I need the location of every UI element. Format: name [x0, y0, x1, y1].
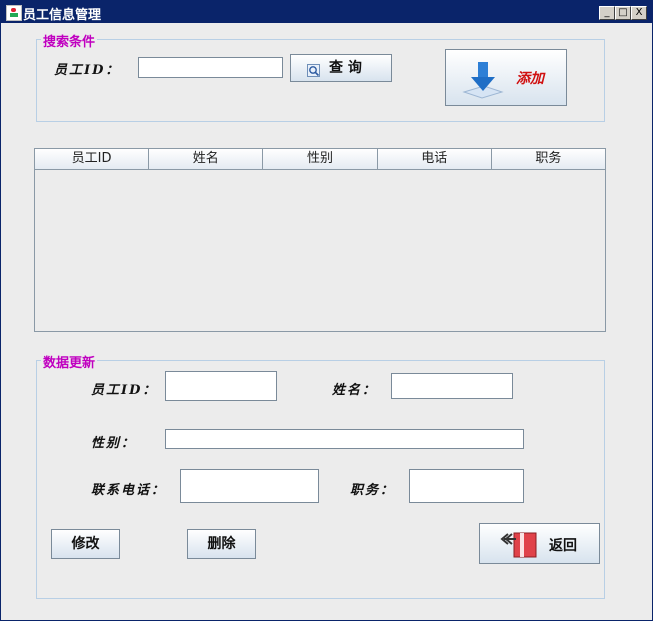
back-button-label: 返回 [549, 538, 577, 554]
magnifier-icon [307, 61, 320, 77]
window-title: 员工信息管理 [23, 8, 102, 23]
search-group-title: 搜索条件 [41, 31, 98, 50]
query-button[interactable]: 查 询 [290, 54, 392, 82]
name-label: 姓名： [332, 383, 378, 398]
window: 员工信息管理 _ □ X 搜索条件 员工ID： 查 询 添加 员工ID 姓名 性… [0, 0, 653, 621]
java-app-icon [6, 5, 22, 21]
minimize-button[interactable]: _ [599, 6, 615, 20]
position-label: 职务： [350, 483, 396, 498]
gender-label: 性别： [91, 436, 137, 451]
add-button[interactable]: 添加 [445, 49, 567, 106]
column-header-employee-id[interactable]: 员工ID [35, 149, 150, 170]
search-employee-id-label: 员工ID： [54, 63, 121, 78]
return-arrow-icon [498, 529, 542, 559]
employee-id-field[interactable] [165, 371, 277, 401]
modify-button[interactable]: 修改 [51, 529, 120, 559]
delete-button[interactable]: 删除 [187, 529, 256, 559]
column-header-phone[interactable]: 电话 [377, 149, 492, 170]
employee-id-label: 员工ID： [91, 383, 158, 398]
update-group-title: 数据更新 [41, 352, 98, 371]
phone-label: 联系电话： [91, 483, 167, 498]
phone-field[interactable] [180, 469, 319, 503]
search-employee-id-input[interactable] [138, 57, 283, 78]
name-field[interactable] [391, 373, 513, 399]
column-header-gender[interactable]: 性别 [263, 149, 378, 170]
gender-field[interactable] [165, 429, 524, 449]
column-header-name[interactable]: 姓名 [149, 149, 264, 170]
close-button[interactable]: X [631, 6, 647, 20]
add-button-label: 添加 [516, 71, 544, 87]
title-bar[interactable]: 员工信息管理 _ □ X [1, 1, 652, 23]
table-header: 员工ID 姓名 性别 电话 职务 [35, 149, 606, 170]
column-header-position[interactable]: 职务 [491, 149, 606, 170]
query-button-label: 查 询 [329, 60, 362, 76]
position-field[interactable] [409, 469, 524, 503]
employee-table[interactable]: 员工ID 姓名 性别 电话 职务 [34, 148, 606, 332]
download-arrow-icon [460, 58, 506, 100]
maximize-button[interactable]: □ [615, 6, 631, 20]
back-button[interactable]: 返回 [479, 523, 600, 564]
